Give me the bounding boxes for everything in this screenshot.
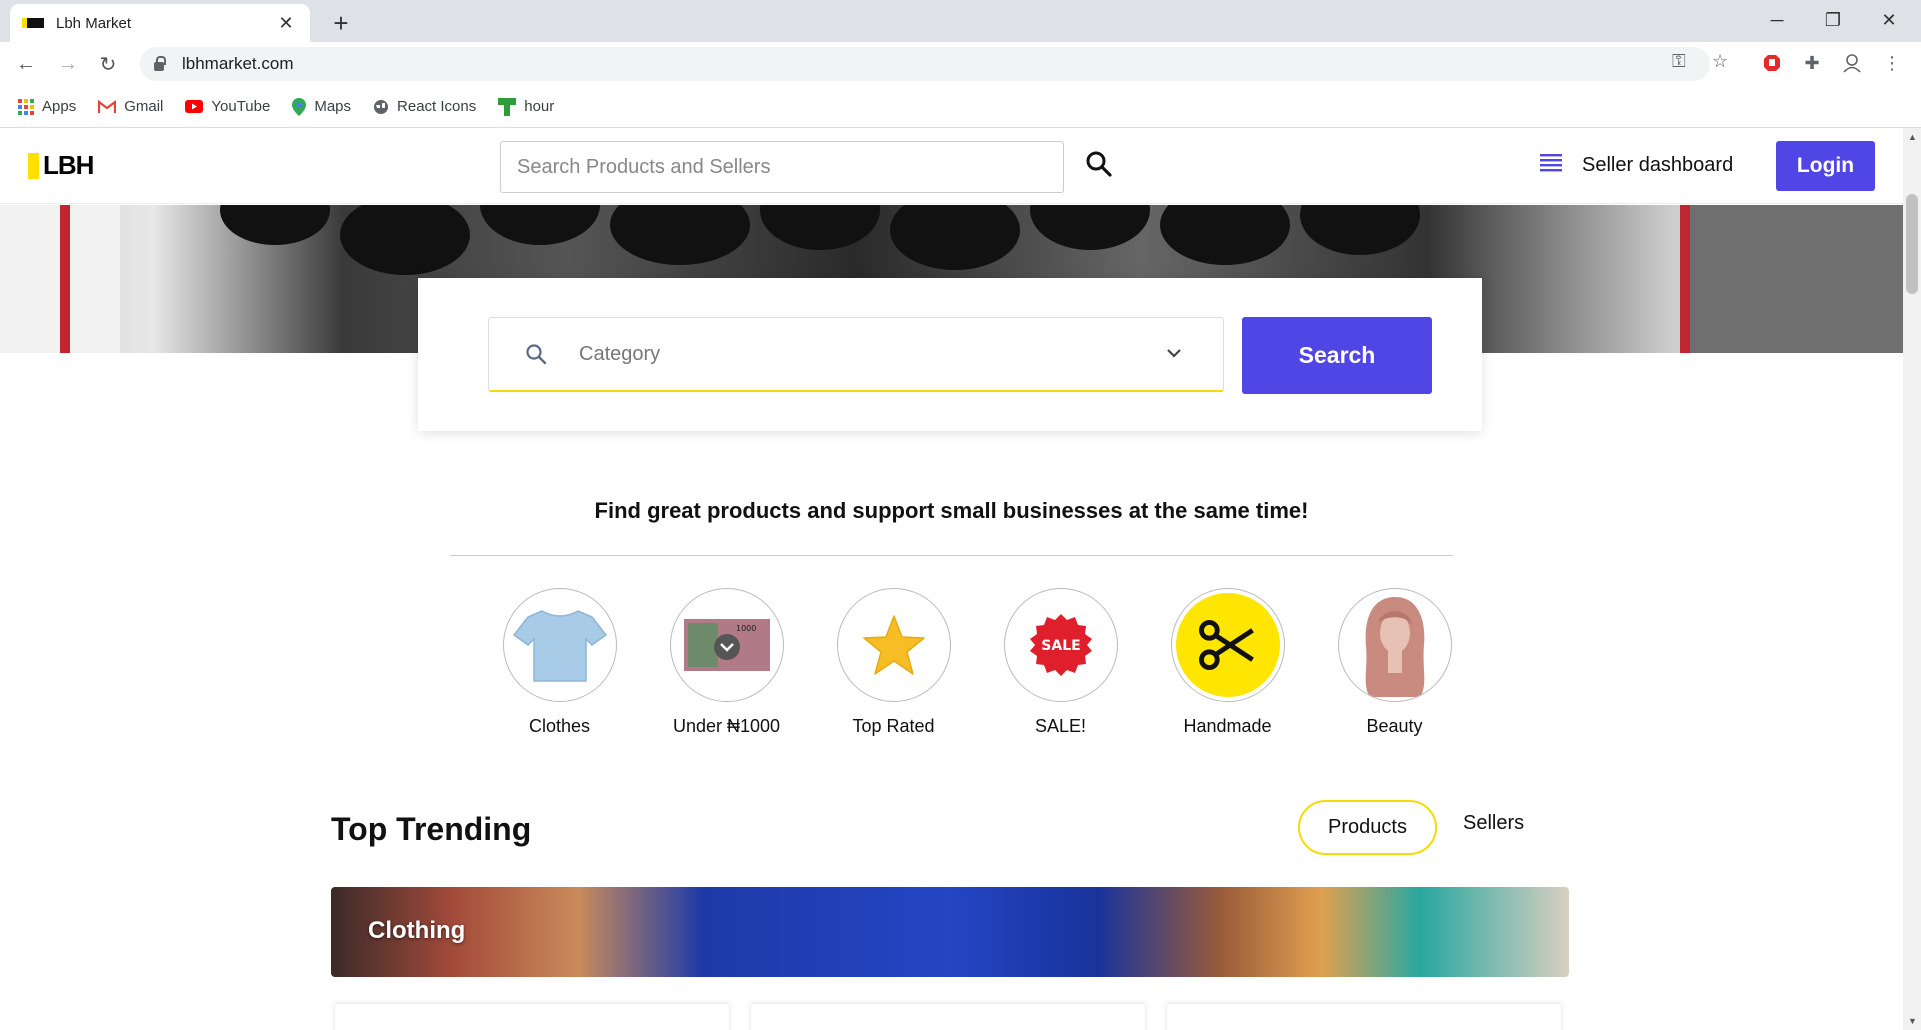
star-icon [836,588,951,702]
svg-text:SALE: SALE [1041,638,1080,654]
close-tab-icon[interactable]: ✕ [274,13,298,34]
site-favicon-icon [22,18,44,28]
product-card[interactable] [335,1004,729,1030]
sale-badge-icon: SALE [1003,588,1118,702]
minimize-icon[interactable]: ─ [1749,0,1805,40]
header-search-input[interactable]: Search Products and Sellers [500,141,1064,193]
search-button[interactable]: Search [1242,317,1432,394]
bookmark-gmail[interactable]: Gmail [98,98,163,115]
scroll-down-icon[interactable]: ▼ [1908,1016,1917,1026]
adblock-extension-icon[interactable] [1758,49,1786,77]
bookmark-label: Maps [314,98,352,115]
category-shortcuts: Clothes 1000 Under ₦1000 Top Rated SALE … [476,588,1478,737]
header-search-placeholder: Search Products and Sellers [517,155,771,178]
bookmark-label: Gmail [124,98,164,115]
login-button[interactable]: Login [1776,141,1875,191]
profile-avatar-icon[interactable] [1838,49,1866,77]
divider [450,555,1453,556]
back-icon[interactable]: ← [10,48,42,80]
category-beauty[interactable]: Beauty [1311,588,1478,737]
section-title: Top Trending [331,811,532,847]
product-card[interactable] [751,1004,1145,1030]
globe-icon [373,99,389,115]
category-label: Beauty [1366,716,1423,736]
tagline: Find great products and support small bu… [594,498,1309,523]
category-select[interactable]: Category [488,317,1224,392]
chevron-down-icon [1163,342,1187,366]
header-search-icon[interactable] [1085,150,1117,182]
new-tab-icon[interactable]: + [326,8,356,38]
tab-products[interactable]: Products [1298,800,1437,855]
bookmark-react-icons[interactable]: React Icons [373,98,476,115]
bookmark-label: YouTube [211,98,271,115]
svg-text:1000: 1000 [736,624,756,633]
naira-note-icon: 1000 [669,588,784,702]
bookmark-label: Apps [42,98,77,115]
tshirt-icon [502,588,617,702]
bookmark-youtube[interactable]: YouTube [185,98,270,115]
category-under-1000[interactable]: 1000 Under ₦1000 [643,588,810,737]
bookmark-apps[interactable]: Apps [18,98,76,115]
site-logo[interactable]: LBH [28,150,94,181]
search-icon [525,343,547,365]
address-bar[interactable]: lbhmarket.com [140,47,1710,81]
browser-toolbar: ← → ↻ lbhmarket.com ⚿ ☆ ✚ ⋮ [0,42,1921,86]
menu-lines-icon[interactable] [1540,154,1564,176]
category-sale[interactable]: SALE SALE! [977,588,1144,737]
product-card[interactable] [1167,1004,1561,1030]
bookmark-star-icon[interactable]: ☆ [1712,51,1728,72]
bookmark-maps[interactable]: Maps [292,97,352,116]
url-text: lbhmarket.com [182,54,294,73]
extensions-puzzle-icon[interactable]: ✚ [1798,49,1826,77]
category-label: Handmade [1183,716,1272,736]
browser-chrome: Lbh Market ✕ + ─ ❐ ✕ ← → ↻ lbhmarket.com… [0,0,1921,128]
category-label: SALE! [1034,716,1087,736]
bookmark-label: hour [524,98,555,115]
category-placeholder: Category [579,342,661,365]
category-handmade[interactable]: Handmade [1144,588,1311,737]
site-header: LBH Search Products and Sellers Seller d… [0,128,1903,204]
browser-menu-icon[interactable]: ⋮ [1878,49,1906,77]
tab-strip: Lbh Market ✕ + ─ ❐ ✕ [0,0,1921,42]
category-clothes[interactable]: Clothes [476,588,643,737]
youtube-icon [185,100,204,113]
category-top-rated[interactable]: Top Rated [810,588,977,737]
maps-pin-icon [292,97,307,116]
logo-text: LBH [43,150,94,180]
scissors-icon [1170,588,1285,702]
bookmark-hour[interactable]: hour [498,97,555,116]
logo-bar-icon [28,152,39,179]
page-viewport: LBH Search Products and Sellers Seller d… [0,128,1921,1030]
scrollbar-thumb[interactable] [1906,194,1918,294]
hour-bookmark-icon [498,97,517,116]
banner-label: Clothing [368,917,466,944]
restore-icon[interactable]: ❐ [1805,0,1861,40]
page-scrollbar[interactable]: ▲ ▼ [1903,128,1921,1030]
category-label: Clothes [528,716,591,736]
category-label: Top Rated [852,716,935,736]
reload-icon[interactable]: ↻ [92,48,124,80]
clothing-category-banner[interactable]: Clothing [331,887,1569,977]
bookmarks-bar: Apps Gmail YouTube Maps React Icons hour [0,86,1921,128]
browser-tab[interactable]: Lbh Market ✕ [10,4,310,42]
lock-icon [154,55,166,71]
gmail-icon [98,99,117,114]
scroll-up-icon[interactable]: ▲ [1908,132,1917,142]
close-window-icon[interactable]: ✕ [1861,0,1917,40]
wig-icon [1337,588,1452,702]
key-icon[interactable]: ⚿ [1672,51,1686,72]
tab-title: Lbh Market [56,14,132,32]
bookmark-label: React Icons [397,98,477,115]
category-label: Under ₦1000 [672,716,781,736]
forward-icon[interactable]: → [52,48,84,80]
seller-dashboard-link[interactable]: Seller dashboard [1582,154,1733,177]
tab-sellers[interactable]: Sellers [1463,812,1524,835]
apps-grid-icon [18,98,34,115]
category-search-card: Category Search [418,278,1482,431]
